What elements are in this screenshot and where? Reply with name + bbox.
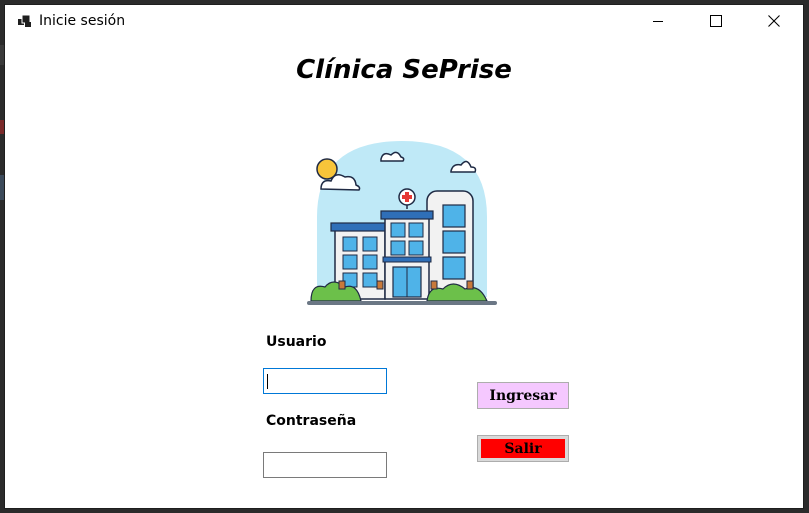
username-label: Usuario [266, 334, 327, 350]
text-cursor [267, 374, 268, 389]
password-label: Contraseña [266, 413, 357, 429]
exit-button[interactable]: Salir [477, 435, 569, 462]
minimize-button[interactable] [629, 5, 687, 37]
maximize-button[interactable] [687, 5, 745, 37]
close-button[interactable] [745, 5, 803, 37]
login-button[interactable]: Ingresar [477, 382, 569, 409]
password-input[interactable] [263, 452, 387, 478]
title-bar[interactable]: Inicie sesión [5, 5, 803, 37]
maximize-icon [710, 12, 722, 31]
minimize-icon [652, 12, 664, 31]
close-icon [768, 12, 780, 31]
login-window: Inicie sesión Clínica SePrise Usuario Co… [4, 4, 804, 509]
window-title: Inicie sesión [39, 13, 126, 29]
hospital-illustration [301, 137, 503, 309]
page-title: Clínica SePrise [296, 55, 512, 85]
username-input[interactable] [263, 368, 387, 394]
app-icon [17, 13, 33, 29]
